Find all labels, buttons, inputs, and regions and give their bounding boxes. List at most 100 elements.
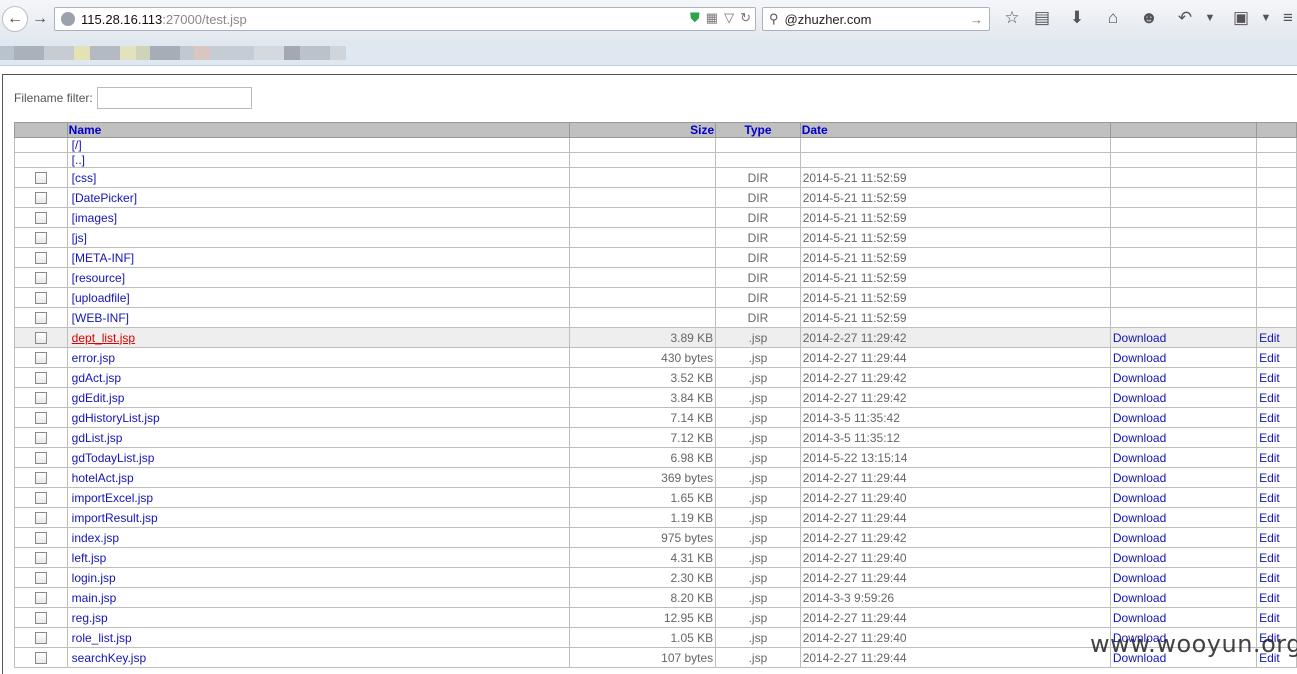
edit-link[interactable]: Edit [1259,391,1280,405]
parent-dir-link[interactable]: [..] [72,154,85,167]
edit-link[interactable]: Edit [1259,531,1280,545]
qr-code-icon[interactable]: ▦ [706,10,718,26]
edit-link[interactable]: Edit [1259,431,1280,445]
edit-link[interactable]: Edit [1259,351,1280,365]
download-link[interactable]: Download [1113,591,1166,605]
row-checkbox[interactable] [34,211,47,224]
file-name-link[interactable]: importResult.jsp [72,511,158,525]
download-link[interactable]: Download [1113,511,1166,525]
download-link[interactable]: Download [1113,491,1166,505]
row-checkbox[interactable] [34,471,47,484]
row-checkbox[interactable] [34,491,47,504]
row-checkbox[interactable] [34,631,47,644]
file-name-link[interactable]: role_list.jsp [72,631,132,645]
row-checkbox[interactable] [34,251,47,264]
row-checkbox[interactable] [34,431,47,444]
file-name-link[interactable]: [js] [72,231,87,245]
edit-link[interactable]: Edit [1259,591,1280,605]
forward-arrow-icon[interactable]: → [29,6,51,32]
row-checkbox[interactable] [34,351,47,364]
file-name-link[interactable]: [css] [72,171,97,185]
download-icon[interactable]: ⬇ [1066,8,1088,28]
download-link[interactable]: Download [1113,411,1166,425]
back-arrow-icon[interactable]: ← [2,6,28,32]
search-go-icon[interactable]: → [970,12,983,27]
download-link[interactable]: Download [1113,451,1166,465]
row-checkbox[interactable] [34,411,47,424]
row-checkbox[interactable] [34,331,47,344]
download-link[interactable]: Download [1113,391,1166,405]
row-checkbox[interactable] [34,591,47,604]
edit-link[interactable]: Edit [1259,511,1280,525]
file-name-link[interactable]: [uploadfile] [72,291,130,305]
menu-icon[interactable]: ≡ [1277,8,1297,28]
file-name-link[interactable]: left.jsp [72,551,107,565]
download-link[interactable]: Download [1113,471,1166,485]
name-column-header[interactable]: Name [66,122,571,138]
edit-link[interactable]: Edit [1259,331,1280,345]
edit-link[interactable]: Edit [1259,471,1280,485]
home-icon[interactable]: ⌂ [1102,8,1124,28]
reload-icon[interactable]: ↻ [740,10,751,26]
file-name-link[interactable]: login.jsp [72,571,116,585]
row-checkbox[interactable] [34,571,47,584]
download-link[interactable]: Download [1113,611,1166,625]
search-bar[interactable]: ⚲ @zhuzher.com → [762,7,990,31]
row-checkbox[interactable] [34,191,47,204]
file-name-link[interactable]: [WEB-INF] [72,311,129,325]
row-checkbox[interactable] [34,391,47,404]
download-link[interactable]: Download [1113,571,1166,585]
row-checkbox[interactable] [34,271,47,284]
row-checkbox[interactable] [34,171,47,184]
row-checkbox[interactable] [34,231,47,244]
undo-dropdown-icon[interactable]: ▼ [1199,12,1221,24]
edit-link[interactable]: Edit [1259,551,1280,565]
file-name-link[interactable]: [META-INF] [72,251,134,265]
file-name-link[interactable]: error.jsp [72,351,115,365]
row-checkbox[interactable] [34,511,47,524]
file-name-link[interactable]: hotelAct.jsp [72,471,134,485]
row-checkbox[interactable] [34,291,47,304]
reading-list-icon[interactable]: ▤ [1031,8,1053,28]
download-link[interactable]: Download [1113,351,1166,365]
url-bar[interactable]: 115.28.16.113:27000/test.jsp ⛊ ▦ ▽ ↻ [54,7,756,31]
dropdown-triangle-icon[interactable]: ▽ [724,10,734,26]
root-dir-link[interactable]: [/] [72,139,82,152]
shield-icon[interactable]: ⛊ [690,10,700,26]
file-name-link[interactable]: index.jsp [72,531,119,545]
file-name-link[interactable]: importExcel.jsp [72,491,153,505]
row-checkbox[interactable] [34,611,47,624]
date-column-header[interactable]: Date [799,122,1111,138]
row-checkbox[interactable] [34,451,47,464]
filename-filter-input[interactable] [96,87,252,109]
row-checkbox[interactable] [34,371,47,384]
row-checkbox[interactable] [34,531,47,544]
file-name-link[interactable]: gdTodayList.jsp [72,451,155,465]
file-name-link[interactable]: [images] [72,211,117,225]
file-name-link[interactable]: reg.jsp [72,611,108,625]
row-checkbox[interactable] [34,311,47,324]
size-column-header[interactable]: Size [568,122,717,138]
file-name-link[interactable]: [DatePicker] [72,191,137,205]
edit-link[interactable]: Edit [1259,411,1280,425]
edit-link[interactable]: Edit [1259,371,1280,385]
download-link[interactable]: Download [1113,371,1166,385]
file-name-link[interactable]: [resource] [72,271,125,285]
edit-link[interactable]: Edit [1259,451,1280,465]
file-name-link[interactable]: gdHistoryList.jsp [72,411,160,425]
download-link[interactable]: Download [1113,431,1166,445]
file-name-link[interactable]: main.jsp [72,591,117,605]
file-name-link[interactable]: gdAct.jsp [72,371,121,385]
file-name-link[interactable]: dept_list.jsp [72,331,135,345]
type-column-header[interactable]: Type [715,122,801,138]
download-link[interactable]: Download [1113,551,1166,565]
edit-link[interactable]: Edit [1259,491,1280,505]
download-link[interactable]: Download [1113,331,1166,345]
file-name-link[interactable]: gdEdit.jsp [72,391,125,405]
chat-icon[interactable]: ☻ [1138,8,1160,28]
crop-dropdown-icon[interactable]: ▼ [1255,12,1277,24]
row-checkbox[interactable] [34,651,47,664]
star-icon[interactable]: ☆ [1001,8,1023,28]
edit-link[interactable]: Edit [1259,571,1280,585]
file-name-link[interactable]: searchKey.jsp [72,651,146,665]
